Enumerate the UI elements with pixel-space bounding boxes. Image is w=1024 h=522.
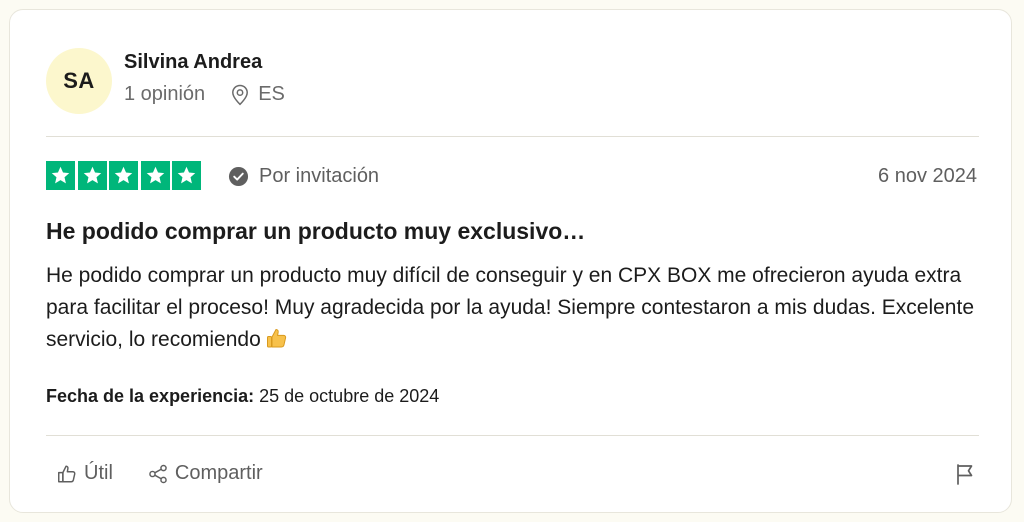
star-icon xyxy=(77,161,107,190)
divider xyxy=(46,435,979,436)
country-code: ES xyxy=(258,83,285,105)
review-card: SA Silvina Andrea 1 opinión ES Por invit… xyxy=(9,9,1012,513)
review-body-text: He podido comprar un producto muy difíci… xyxy=(46,264,974,351)
avatar[interactable]: SA xyxy=(46,48,112,114)
experience-date: Fecha de la experiencia: 25 de octubre d… xyxy=(46,386,439,407)
invitation-label: Por invitación xyxy=(259,165,380,187)
star-icon xyxy=(140,161,170,190)
flag-icon xyxy=(957,464,973,485)
author-meta: 1 opinión ES xyxy=(124,83,285,106)
invitation-badge[interactable]: Por invitación xyxy=(228,165,379,188)
location-pin-icon xyxy=(232,84,249,105)
share-label: Compartir xyxy=(174,462,263,484)
reviews-count: 1 opinión xyxy=(124,83,206,105)
share-icon xyxy=(149,464,167,483)
experience-value: 25 de octubre de 2024 xyxy=(259,386,440,406)
author-location: ES xyxy=(231,83,285,106)
useful-label: Útil xyxy=(84,462,113,484)
star-icon xyxy=(46,161,75,190)
useful-button[interactable]: Útil xyxy=(56,462,113,485)
avatar-initials: SA xyxy=(63,68,95,93)
report-button[interactable] xyxy=(953,462,977,486)
star-icon xyxy=(109,161,138,190)
review-date: 6 nov 2024 xyxy=(878,165,977,187)
divider xyxy=(46,136,979,137)
review-body: He podido comprar un producto muy difíci… xyxy=(46,260,986,360)
verified-check-icon xyxy=(228,166,249,187)
star-icon xyxy=(172,161,201,190)
author-name[interactable]: Silvina Andrea xyxy=(124,51,262,74)
experience-label: Fecha de la experiencia: xyxy=(46,386,255,406)
review-title[interactable]: He podido comprar un producto muy exclus… xyxy=(46,218,585,245)
thumbs-up-icon xyxy=(58,464,76,483)
star-rating xyxy=(46,161,204,190)
thumbs-up-emoji-icon xyxy=(265,326,289,360)
review-actions: Útil Compartir xyxy=(56,462,263,485)
share-button[interactable]: Compartir xyxy=(147,462,263,485)
